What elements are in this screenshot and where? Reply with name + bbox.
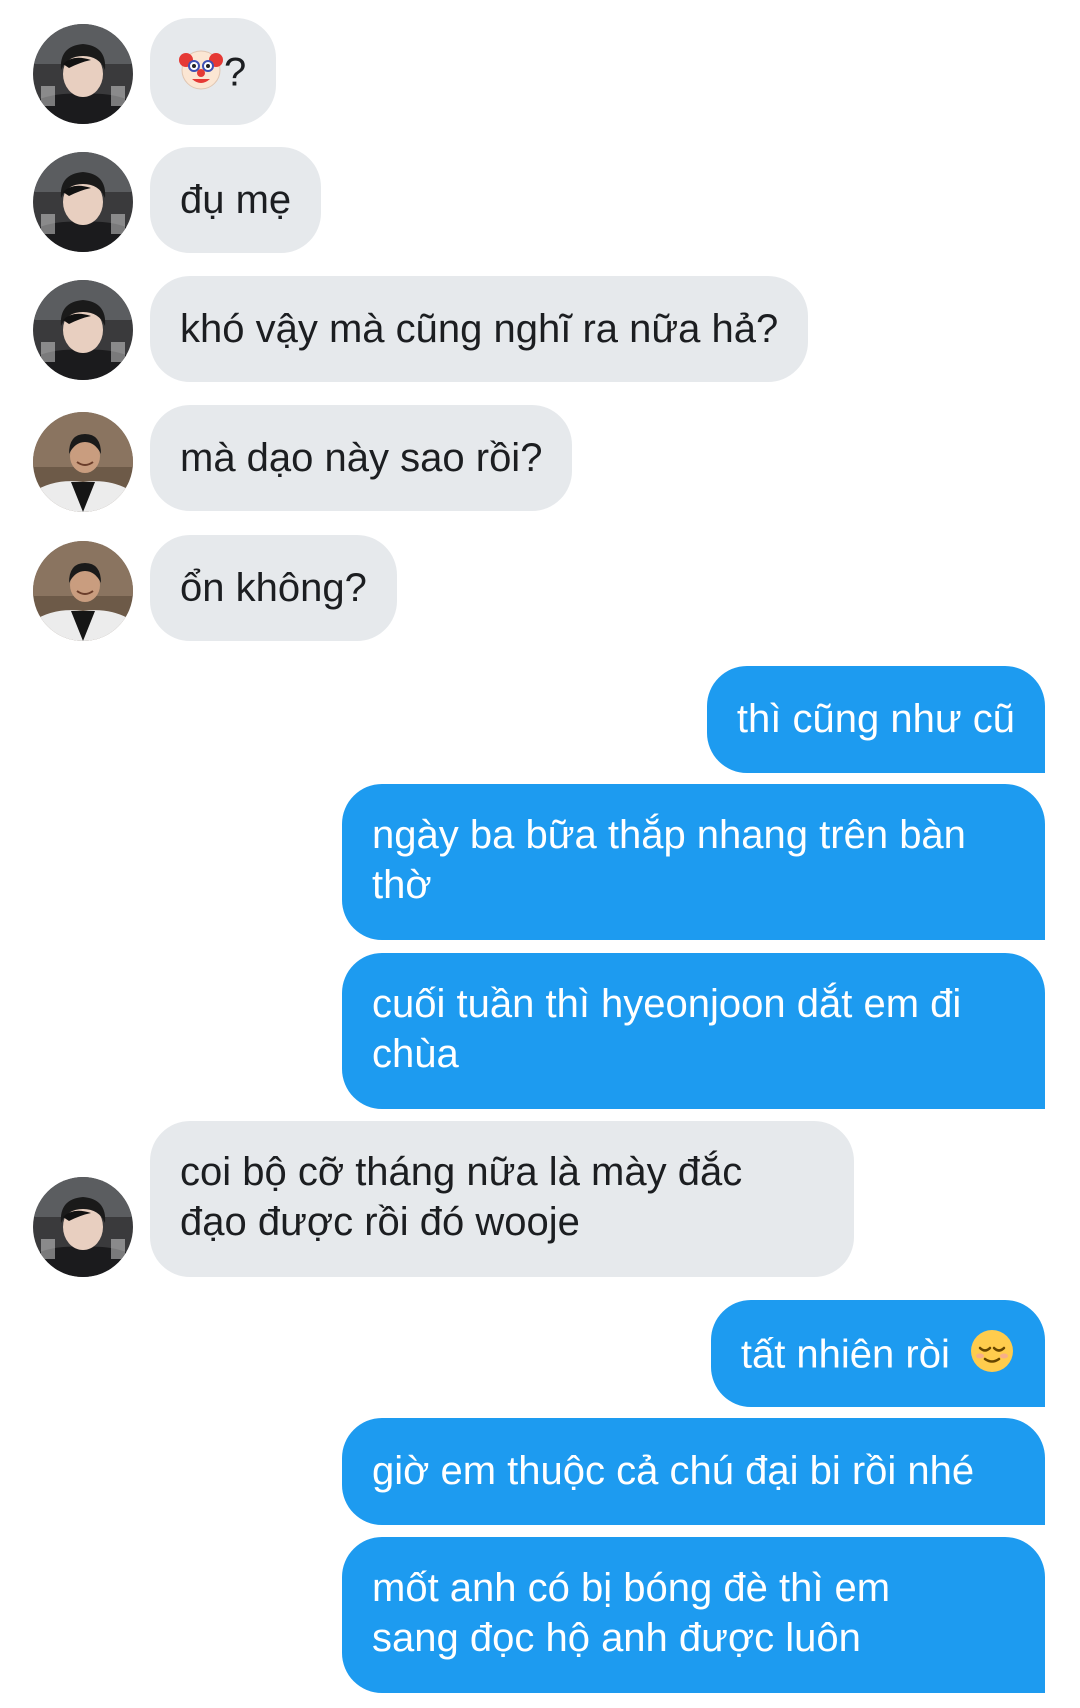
message-bubble-incoming[interactable]: đụ mẹ: [150, 147, 322, 253]
message-bubble-outgoing[interactable]: giờ em thuộc cả chú đại bi rồi nhé: [342, 1418, 1045, 1525]
message-text-line: cuối tuần thì hyeonjoon dắt em đi: [372, 982, 962, 1026]
avatar[interactable]: [33, 152, 133, 252]
message-bubble-outgoing[interactable]: mốt anh có bị bóng đè thì em sang đọc hộ…: [342, 1537, 1045, 1693]
message-text: ?: [224, 50, 247, 95]
message-text: thì cũng như cũ: [736, 697, 1015, 741]
message-bubble-outgoing[interactable]: cuối tuần thì hyeonjoon dắt em đi chùa: [342, 953, 1045, 1109]
message-bubble-incoming[interactable]: ổn không?: [150, 535, 397, 641]
message-text: mà dạo này sao rồi?: [180, 436, 543, 480]
message-bubble-incoming[interactable]: coi bộ cỡ tháng nữa là mày đắc đạo được …: [150, 1121, 854, 1277]
message-bubble-incoming[interactable]: khó vậy mà cũng nghĩ ra nữa hả?: [150, 276, 809, 382]
message-text-line: sang đọc hộ anh được luôn: [372, 1616, 861, 1660]
avatar[interactable]: [33, 541, 133, 641]
message-text: đụ mẹ: [180, 178, 292, 222]
avatar[interactable]: [33, 1177, 133, 1277]
message-text-line: mốt anh có bị bóng đè thì em: [372, 1566, 891, 1610]
message-text-line: ngày ba bữa thắp nhang trên bàn: [372, 813, 966, 857]
profile-photo-icon: [33, 1177, 133, 1277]
profile-photo-icon: [33, 280, 133, 380]
relieved-face-icon: [969, 1328, 1015, 1386]
message-text-line: thờ: [372, 863, 432, 907]
message-bubble-outgoing[interactable]: tất nhiên ròi: [710, 1300, 1045, 1407]
chat-thread: ? đụ mẹ khó vậy mà cũng nghĩ ra nữa hả? …: [0, 0, 1080, 1708]
profile-photo-icon: [33, 24, 133, 124]
avatar[interactable]: [33, 280, 133, 380]
avatar[interactable]: [33, 412, 133, 512]
message-text: ổn không?: [180, 566, 367, 610]
avatar[interactable]: [33, 24, 133, 124]
message-text-line: chùa: [372, 1032, 459, 1076]
message-bubble-outgoing[interactable]: ngày ba bữa thắp nhang trên bàn thờ: [342, 784, 1045, 940]
message-text-line: coi bộ cỡ tháng nữa là mày đắc: [180, 1150, 743, 1194]
message-text: giờ em thuộc cả chú đại bi rồi nhé: [372, 1449, 975, 1493]
message-text: tất nhiên ròi: [740, 1332, 950, 1377]
message-text: khó vậy mà cũng nghĩ ra nữa hả?: [180, 307, 779, 351]
profile-photo-icon: [33, 152, 133, 252]
message-text-line: đạo được rồi đó wooje: [180, 1200, 580, 1244]
clown-face-icon: [178, 46, 224, 104]
message-bubble-outgoing[interactable]: thì cũng như cũ: [706, 666, 1045, 773]
profile-photo-icon: [33, 541, 133, 641]
message-bubble-incoming[interactable]: ?: [150, 18, 277, 125]
profile-photo-icon: [33, 412, 133, 512]
message-bubble-incoming[interactable]: mà dạo này sao rồi?: [150, 405, 573, 511]
